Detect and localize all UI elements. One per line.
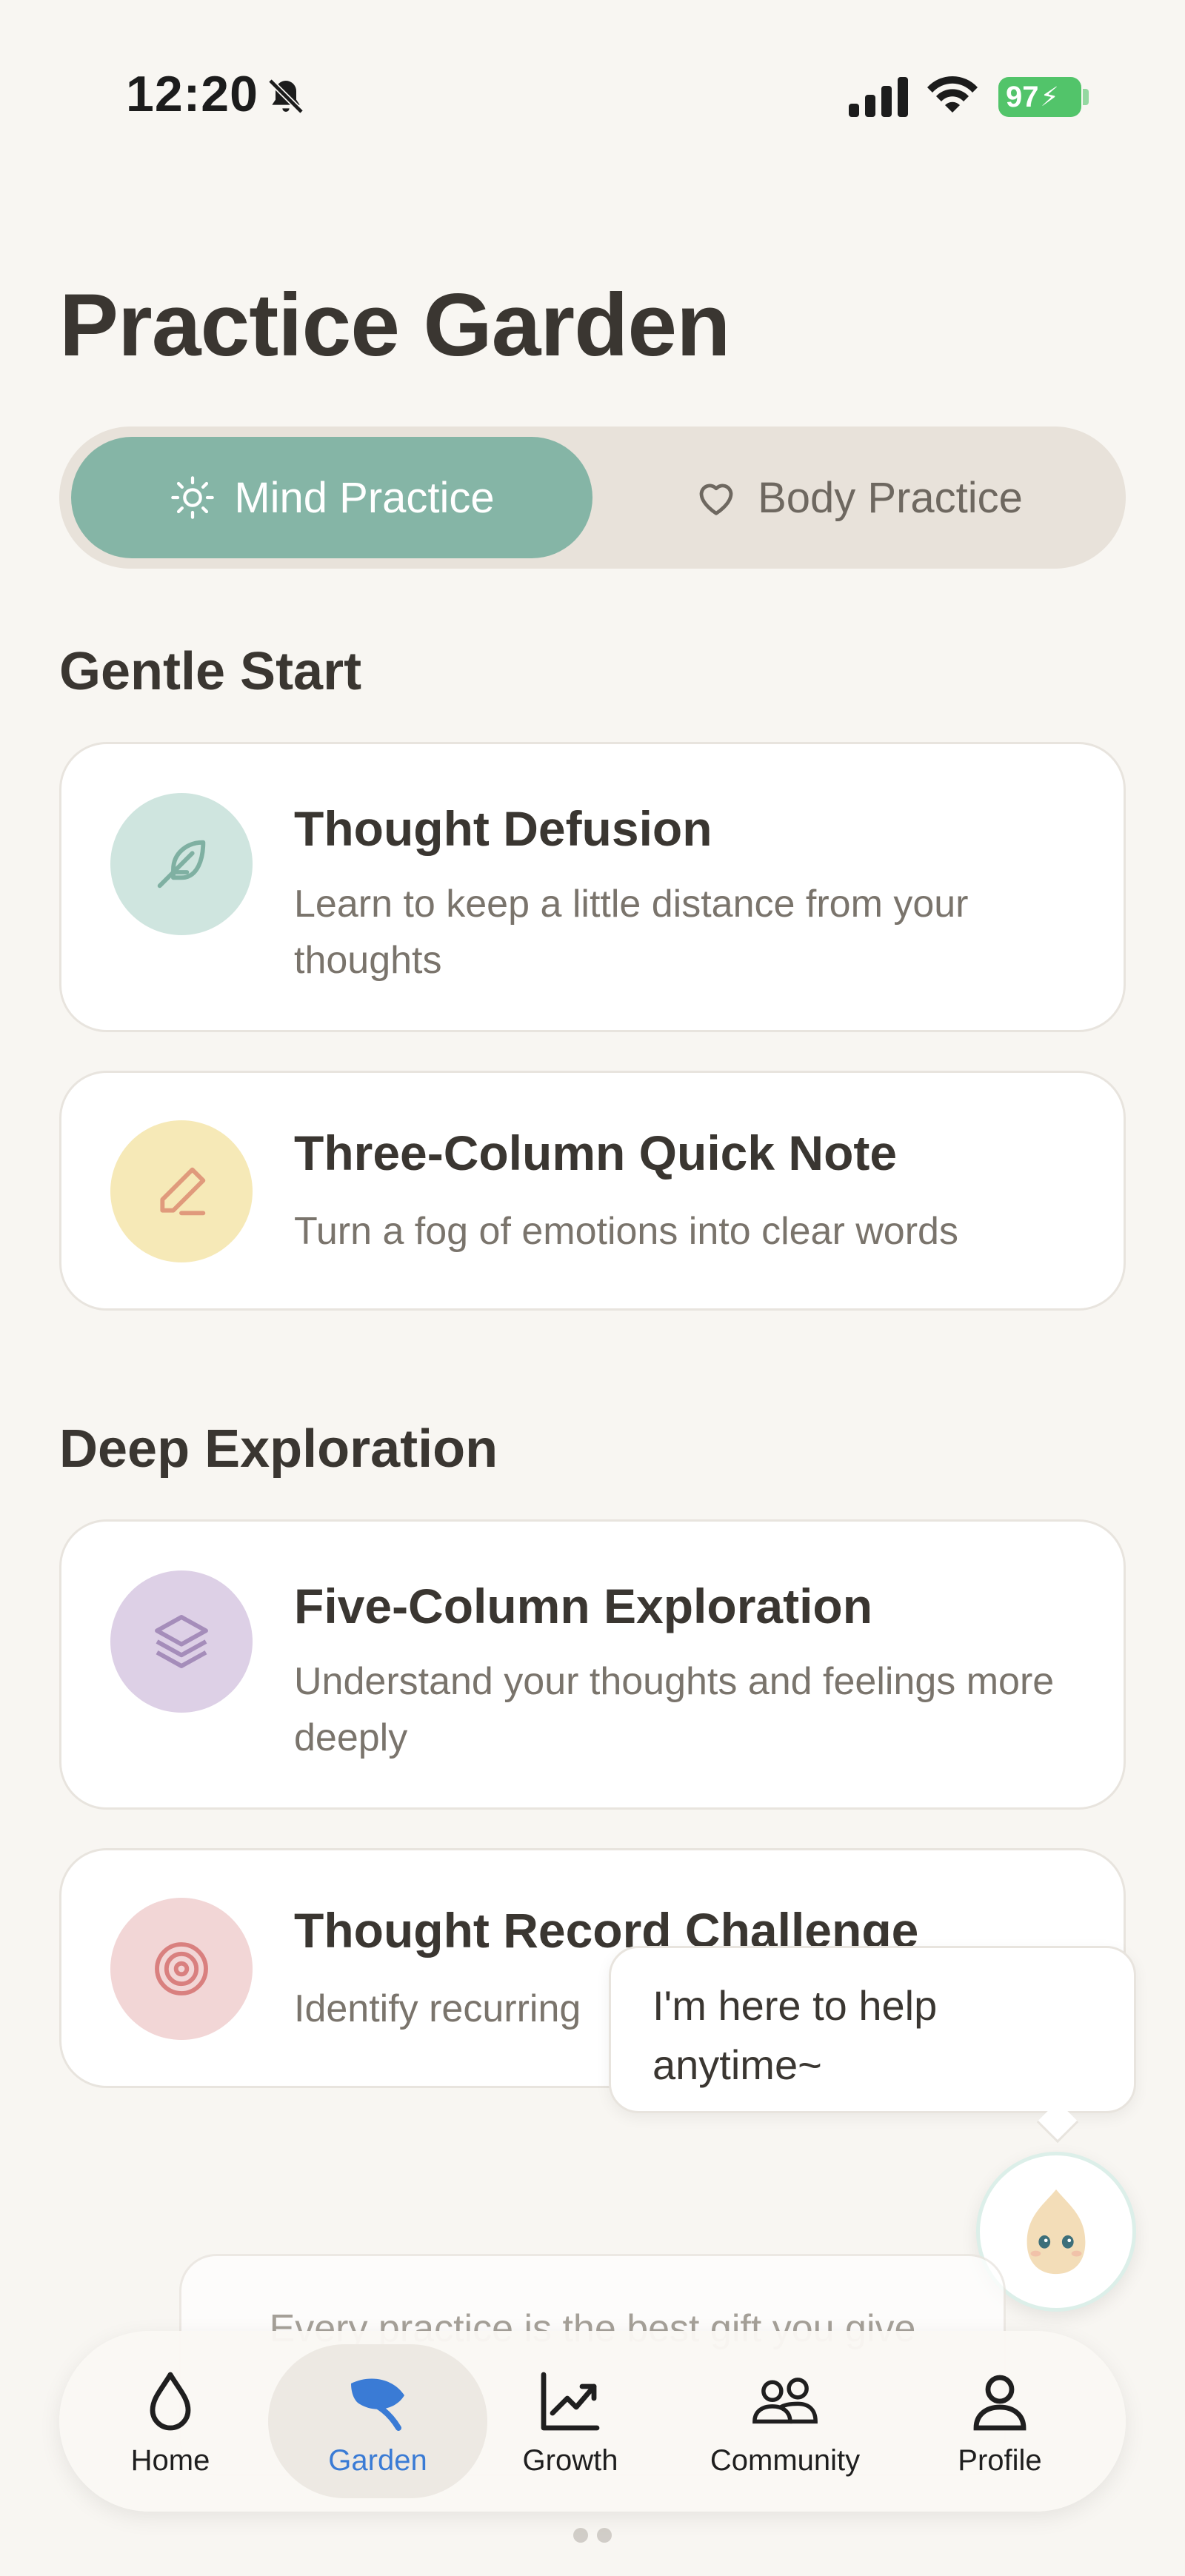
practice-card-thought-defusion[interactable]: Thought Defusion Learn to keep a little … [59,742,1126,1032]
card-description: Understand your thoughts and feelings mo… [294,1660,1055,1759]
signal-icon [849,77,908,117]
tab-mind-practice-label: Mind Practice [234,473,495,522]
feather-icon [157,840,206,889]
section-title-deep-exploration: Deep Exploration [59,1419,498,1479]
practice-card-five-column[interactable]: Five-Column Exploration Understand your … [59,1519,1126,1810]
mascot-icon [1027,2189,1086,2275]
nav-item-profile[interactable]: Profile [918,2344,1081,2498]
bottom-navigation: Home Garden Growth Community Profile [59,2331,1126,2512]
layers-icon [155,1615,208,1668]
card-icon-circle [110,793,253,935]
mascot-peek-icon [573,2528,612,2543]
sun-icon [171,476,215,519]
nav-item-home[interactable]: Home [89,2344,252,2498]
card-icon-circle [110,1570,253,1713]
leaf-icon [351,2378,404,2431]
card-title: Three-Column Quick Note [294,1125,898,1180]
status-time: 12:20 [126,66,258,122]
nav-label: Garden [328,2443,427,2477]
bell-slash-icon [268,78,304,114]
wifi-icon [927,76,978,113]
nav-item-community[interactable]: Community [674,2344,896,2498]
practice-card-three-column-note[interactable]: Three-Column Quick Note Turn a fog of em… [59,1071,1126,1311]
section-title-gentle-start: Gentle Start [59,642,362,701]
assistant-speech-bubble: I'm here to help anytime~ [609,1946,1136,2113]
card-icon-circle [110,1120,253,1262]
tab-body-practice[interactable]: Body Practice [600,437,1115,558]
person-icon [973,2375,1027,2430]
tab-body-practice-label: Body Practice [758,473,1023,522]
nav-item-garden[interactable]: Garden [268,2344,487,2498]
chart-icon [541,2372,600,2430]
people-icon [752,2377,818,2423]
nav-label: Home [130,2443,210,2477]
battery-cap [1083,89,1089,105]
practice-type-tabs: Mind Practice Body Practice [59,426,1126,569]
nav-item-growth[interactable]: Growth [496,2344,644,2498]
nav-label: Profile [958,2443,1042,2477]
card-title: Five-Column Exploration [294,1579,873,1633]
battery-indicator: 97 ⚡ [998,77,1081,117]
charging-bolt-icon: ⚡ [1040,81,1059,112]
heart-icon [699,484,733,515]
drop-icon [150,2372,191,2430]
card-icon-circle [110,1898,253,2040]
nav-label: Community [710,2443,861,2477]
card-description: Learn to keep a little distance from you… [294,883,969,982]
tab-mind-practice[interactable]: Mind Practice [71,437,592,558]
pencil-icon [160,1167,206,1216]
battery-level: 97 [1006,80,1039,113]
card-title: Thought Defusion [294,801,712,856]
nav-label: Growth [522,2443,618,2477]
card-description: Turn a fog of emotions into clear words [294,1210,958,1253]
target-icon [155,1942,208,1995]
page-title: Practice Garden [59,275,730,375]
status-bar: 12:20 97 ⚡ [0,0,1185,148]
